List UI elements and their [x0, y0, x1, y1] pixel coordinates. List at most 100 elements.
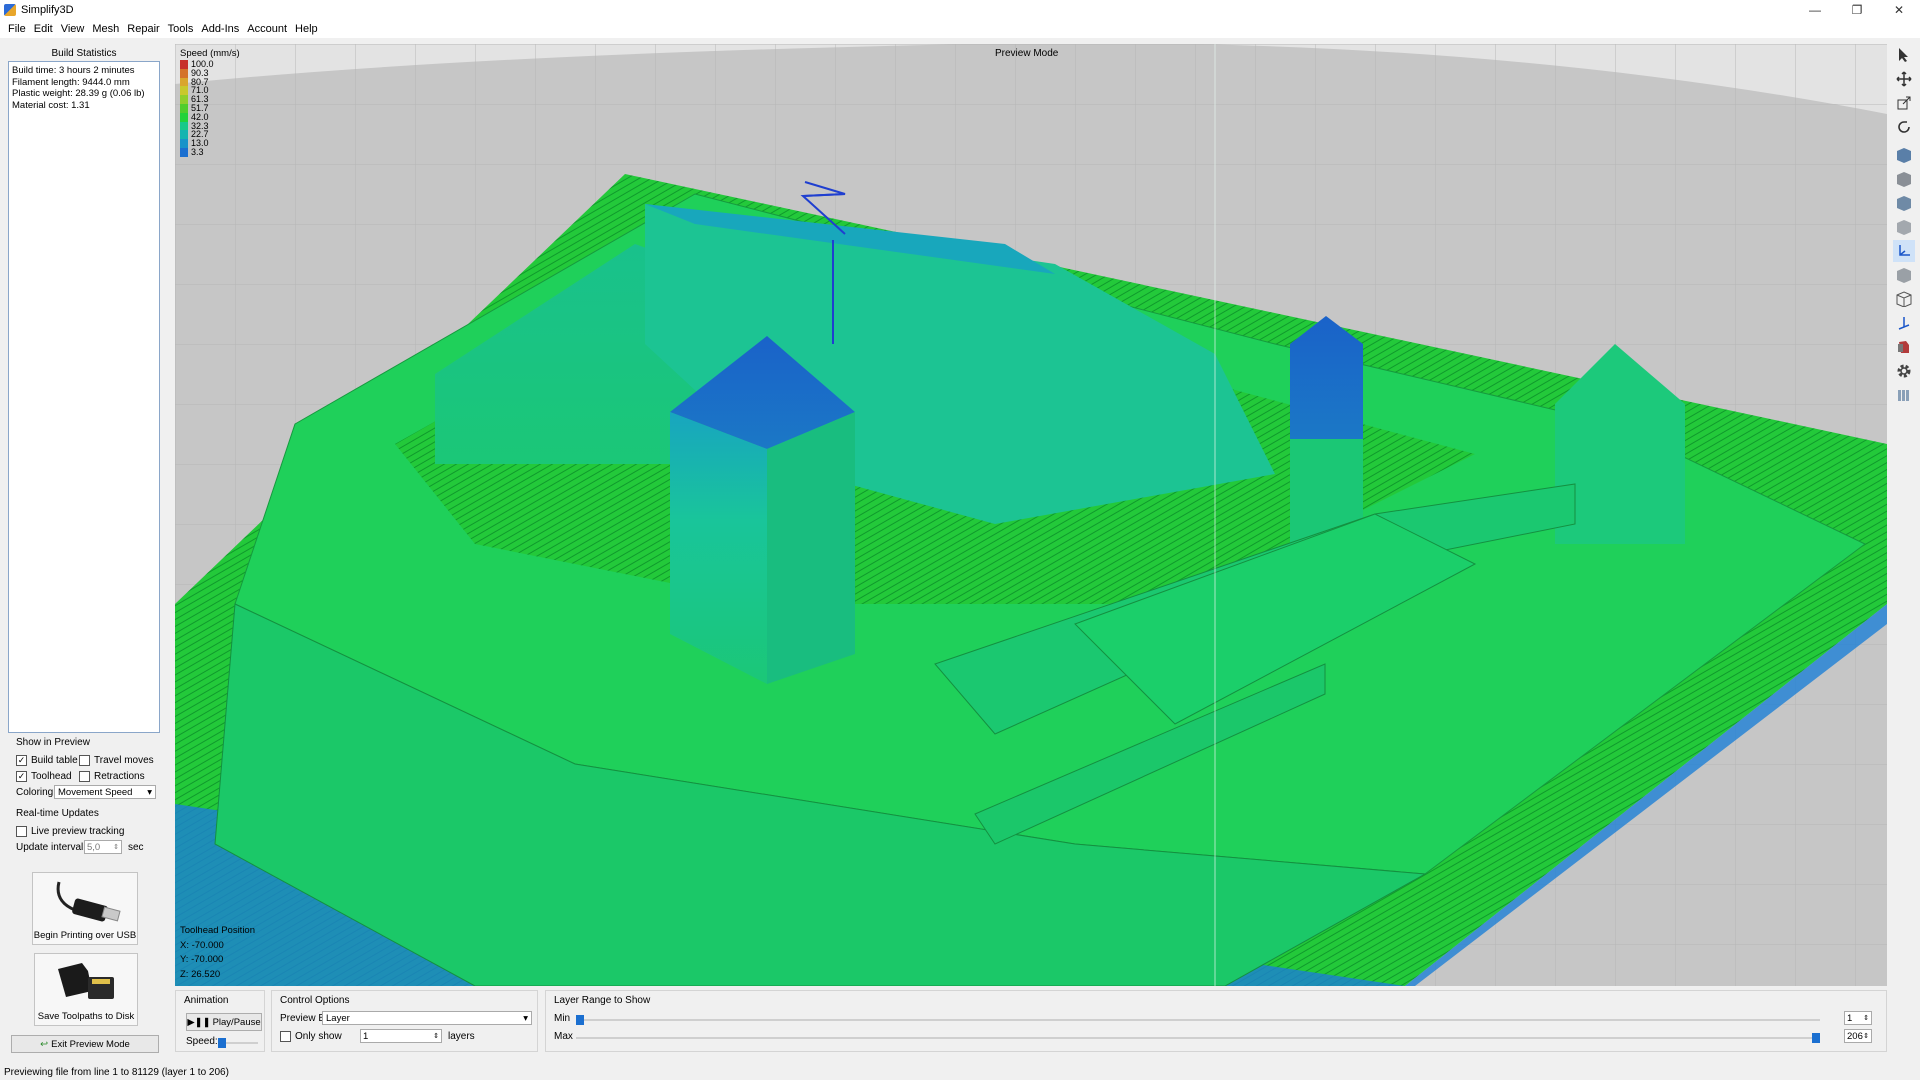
right-toolbar — [1892, 44, 1916, 408]
menu-help[interactable]: Help — [291, 23, 322, 35]
scale-icon[interactable] — [1893, 92, 1915, 114]
speed-slider-handle[interactable] — [218, 1038, 226, 1048]
menu-file[interactable]: File — [4, 23, 30, 35]
legend-swatch — [180, 95, 188, 104]
travel-moves-label: Travel moves — [94, 754, 154, 766]
speed-legend: Speed (mm/s) 100.0 90.3 80.7 71.0 61.3 51.7 42… — [180, 48, 240, 157]
toolhead-checkbox[interactable]: ✓ — [16, 770, 27, 782]
build-statistics-title: Build Statistics — [51, 48, 117, 59]
legend-value: 3.3 — [191, 146, 204, 157]
control-options-title: Control Options — [280, 995, 350, 1006]
legend-row: 22.7 — [180, 130, 240, 140]
legend-swatch — [180, 60, 188, 69]
legend-swatch — [180, 68, 188, 78]
usb-button-label: Begin Printing over USB — [33, 930, 137, 941]
max-layer-input[interactable]: 206 ⇕ — [1844, 1029, 1872, 1043]
menu-mesh[interactable]: Mesh — [88, 23, 123, 35]
minimize-button[interactable]: — — [1794, 0, 1836, 19]
update-interval-input[interactable]: 5,0 ⇕ — [84, 840, 122, 854]
save-toolpaths-button[interactable]: Save Toolpaths to Disk — [34, 953, 138, 1026]
only-show-input[interactable]: 1 ⇕ — [360, 1029, 442, 1043]
legend-row: 61.3 — [180, 95, 240, 104]
view-side-icon[interactable] — [1893, 192, 1915, 214]
legend-row: 3.3 — [180, 148, 240, 157]
disk-button-label: Save Toolpaths to Disk — [37, 1011, 135, 1022]
exit-arrow-icon: ↩ — [40, 1038, 49, 1050]
usb-cable-icon — [56, 881, 121, 922]
realtime-updates-title: Real-time Updates — [16, 808, 99, 819]
layer-range-group: Layer Range to Show Min 1 ⇕ Max 206 ⇕ — [545, 990, 1887, 1052]
exit-preview-button[interactable]: ↩ Exit Preview Mode — [11, 1035, 159, 1053]
min-layer-slider[interactable] — [576, 1015, 1820, 1025]
title-bar: Simplify3D — ❐ ✕ — [0, 0, 1920, 19]
close-button[interactable]: ✕ — [1878, 0, 1920, 19]
view-front-icon[interactable] — [1893, 168, 1915, 190]
stat-material-cost: Material cost: 1.31 — [12, 99, 90, 111]
layers-icon[interactable] — [1893, 384, 1915, 406]
coloring-value: Movement Speed — [58, 786, 133, 798]
travel-moves-checkbox[interactable] — [79, 754, 90, 766]
menu-edit[interactable]: Edit — [30, 23, 57, 35]
build-table-checkbox[interactable]: ✓ — [16, 754, 27, 766]
animation-title: Animation — [184, 995, 229, 1006]
restore-button[interactable]: ❐ — [1836, 0, 1878, 19]
tools-icon[interactable] — [1893, 336, 1915, 358]
view-top-icon[interactable] — [1893, 144, 1915, 166]
exit-preview-label: Exit Preview Mode — [51, 1038, 130, 1050]
settings-gear-icon[interactable] — [1893, 360, 1915, 382]
show-in-preview-title: Show in Preview — [16, 737, 90, 748]
toolhead-x: X: -70.000 — [180, 939, 224, 951]
live-tracking-checkbox[interactable] — [16, 825, 27, 837]
only-show-checkbox[interactable] — [280, 1031, 291, 1042]
menu-bar: File Edit View Mesh Repair Tools Add-Ins… — [0, 19, 1920, 38]
coloring-select[interactable]: Movement Speed ▾ — [54, 785, 156, 799]
legend-swatch — [180, 121, 188, 131]
animation-group: Animation ▶❚❚ Play/Pause Speed: — [175, 990, 265, 1052]
preview-by-select[interactable]: Layer ▾ — [322, 1011, 532, 1025]
legend-swatch — [180, 130, 188, 140]
min-layer-value: 1 — [1847, 1012, 1853, 1024]
model-render — [175, 44, 1887, 986]
menu-view[interactable]: View — [57, 23, 89, 35]
solid-view-icon[interactable] — [1893, 264, 1915, 286]
menu-tools[interactable]: Tools — [164, 23, 198, 35]
status-bar: Previewing file from line 1 to 81129 (la… — [0, 1065, 1920, 1080]
min-layer-handle[interactable] — [576, 1015, 584, 1025]
legend-row: 42.0 — [180, 112, 240, 122]
min-layer-input[interactable]: 1 ⇕ — [1844, 1011, 1872, 1025]
legend-row: 32.3 — [180, 121, 240, 131]
dropdown-arrow-icon: ▾ — [523, 1012, 528, 1024]
preview-viewport[interactable]: Speed (mm/s) 100.0 90.3 80.7 71.0 61.3 51.7 42… — [175, 44, 1887, 986]
retractions-checkbox[interactable] — [79, 770, 90, 782]
update-interval-value: 5,0 — [87, 841, 101, 853]
sd-card-icon — [58, 963, 114, 999]
spin-arrows-icon: ⇕ — [1863, 1015, 1869, 1022]
play-pause-button[interactable]: ▶❚❚ Play/Pause — [186, 1013, 262, 1031]
wireframe-icon[interactable] — [1893, 288, 1915, 310]
toolhead-position: Toolhead Position X: -70.000 Y: -70.000 … — [180, 924, 255, 982]
play-pause-label: Play/Pause — [212, 1016, 261, 1028]
begin-printing-usb-button[interactable]: Begin Printing over USB — [32, 872, 138, 945]
menu-repair[interactable]: Repair — [123, 23, 163, 35]
menu-account[interactable]: Account — [243, 23, 291, 35]
rotate-icon[interactable] — [1893, 116, 1915, 138]
legend-swatch — [180, 77, 188, 87]
move-icon[interactable] — [1893, 68, 1915, 90]
legend-swatch — [180, 139, 188, 148]
coloring-label: Coloring — [16, 786, 54, 798]
max-layer-value: 206 — [1847, 1030, 1863, 1042]
preview-mode-label: Preview Mode — [995, 48, 1059, 59]
only-show-label: Only show — [295, 1031, 342, 1042]
cross-section-icon[interactable] — [1893, 312, 1915, 334]
max-layer-slider[interactable] — [576, 1033, 1820, 1043]
select-icon[interactable] — [1893, 44, 1915, 66]
max-layer-handle[interactable] — [1812, 1033, 1820, 1043]
view-iso-icon[interactable] — [1893, 216, 1915, 238]
window-title: Simplify3D — [21, 3, 74, 16]
speed-slider[interactable] — [218, 1038, 258, 1048]
menu-add-ins[interactable]: Add-Ins — [197, 23, 243, 35]
legend-row: 90.3 — [180, 68, 240, 78]
axes-icon[interactable] — [1893, 240, 1915, 262]
min-label: Min — [554, 1013, 571, 1024]
update-interval-label: Update interval — [16, 841, 84, 853]
